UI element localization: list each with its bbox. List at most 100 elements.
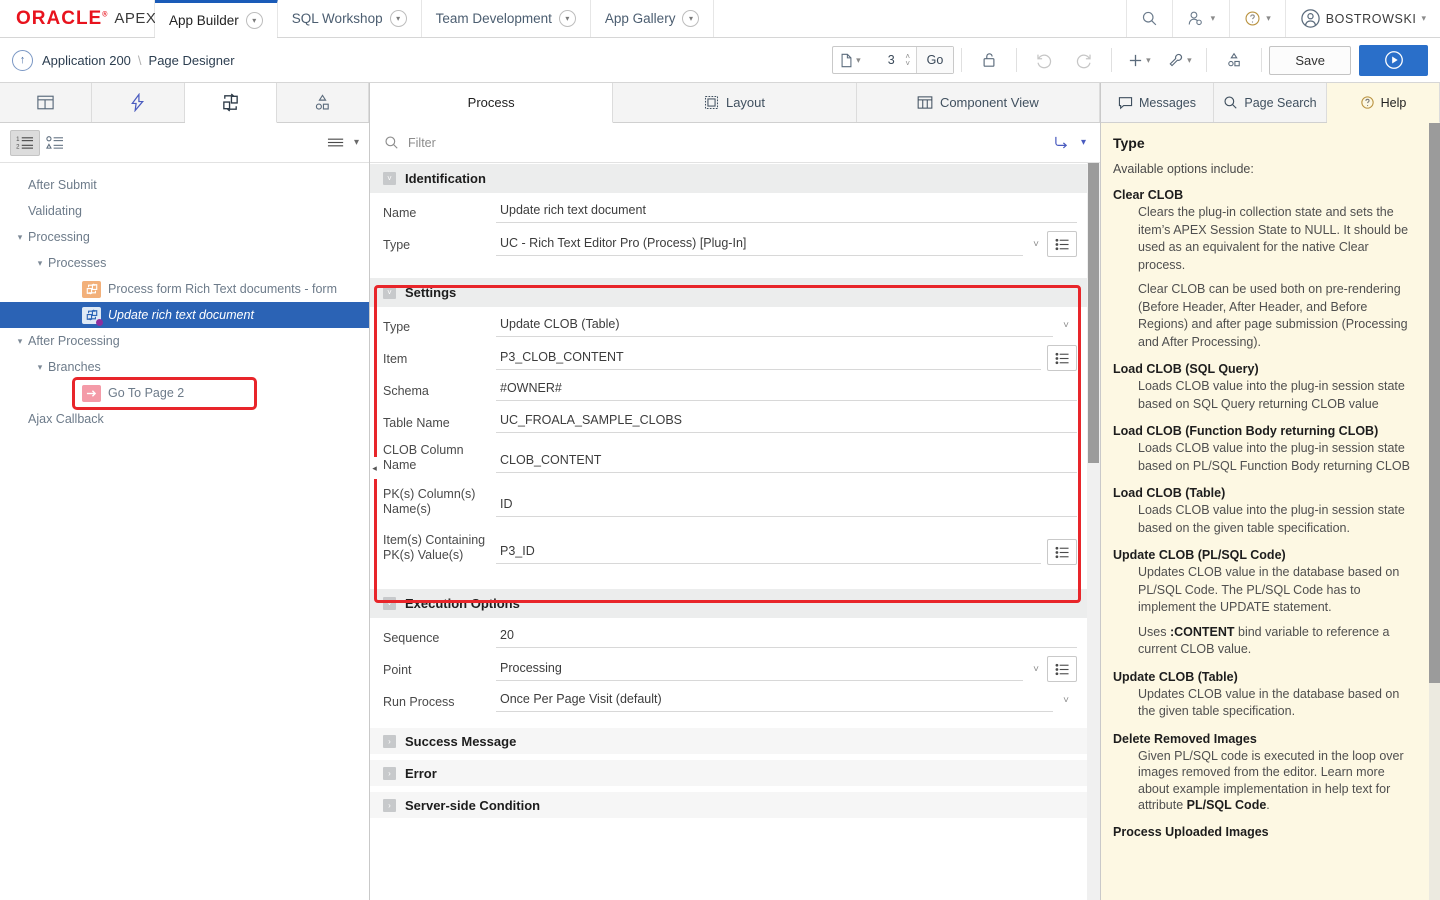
chevron-down-icon[interactable]: ˅: [383, 172, 396, 185]
nav-tab-sql-workshop[interactable]: SQL Workshop ▾: [278, 0, 422, 37]
account-menu-button[interactable]: ▾: [1172, 0, 1230, 37]
tab-process[interactable]: Process: [370, 83, 613, 123]
field-label: Item(s) Containing PK(s) Value(s): [383, 531, 496, 563]
tree-node-ajax-callback[interactable]: Ajax Callback: [0, 406, 369, 432]
chevron-down-icon[interactable]: ˅: [1063, 695, 1069, 706]
lines-menu-icon[interactable]: [322, 130, 352, 156]
clob-column-name-input[interactable]: [496, 449, 1077, 473]
tree-node-processing[interactable]: ▾ Processing: [0, 224, 369, 250]
tree-node-label: After Processing: [28, 334, 120, 348]
chevron-down-icon[interactable]: ˅: [1063, 320, 1069, 331]
tree-node-update-rich-text-document[interactable]: Update rich text document: [0, 302, 369, 328]
section-error[interactable]: › Error: [370, 754, 1087, 786]
tree-node-after-submit[interactable]: After Submit: [0, 172, 369, 198]
shared-components-button[interactable]: [1214, 44, 1254, 76]
help-menu-button[interactable]: ▾: [1229, 0, 1285, 37]
type-select[interactable]: [496, 232, 1023, 256]
tab-page-shared-components[interactable]: [277, 83, 369, 122]
chevron-down-icon[interactable]: ▾: [32, 258, 48, 269]
field-label: Type: [383, 231, 496, 253]
redo-button[interactable]: [1064, 44, 1104, 76]
tree-node-after-processing[interactable]: ▾ After Processing: [0, 328, 369, 354]
page-selector-group[interactable]: ▾ 3 ˄˅ Go: [832, 46, 954, 74]
chevron-down-icon[interactable]: ˅: [1033, 239, 1039, 250]
tree-node-branches[interactable]: ▾ Branches: [0, 354, 369, 380]
items-containing-pk-input[interactable]: [496, 540, 1041, 564]
nav-tab-team-development[interactable]: Team Development ▾: [422, 0, 591, 37]
chevron-right-icon[interactable]: ›: [383, 735, 396, 748]
chevron-down-icon[interactable]: ▾: [1081, 137, 1086, 148]
page-lock-button[interactable]: [969, 44, 1009, 76]
user-menu-button[interactable]: BOSTROWSKI ▾: [1285, 0, 1440, 37]
collapse-left-panel-handle[interactable]: ◂: [370, 457, 380, 479]
chevron-down-icon[interactable]: ▾: [12, 232, 28, 243]
chevron-right-icon[interactable]: ›: [383, 767, 396, 780]
page-number-stepper[interactable]: ˄˅: [900, 53, 916, 67]
section-success-message[interactable]: › Success Message: [370, 722, 1087, 754]
undo-button[interactable]: [1024, 44, 1064, 76]
tree-node-validating[interactable]: Validating: [0, 198, 369, 224]
numbered-list-icon[interactable]: 1 2: [10, 130, 40, 156]
section-execution-options[interactable]: ˅ Execution Options: [370, 588, 1087, 618]
nav-tab-app-builder[interactable]: App Builder ▾: [155, 0, 278, 37]
chevron-down-icon[interactable]: ˅: [383, 597, 396, 610]
chevron-down-icon[interactable]: ˅: [383, 286, 396, 299]
sequence-input[interactable]: [496, 624, 1077, 648]
tree-node-process-form[interactable]: Process form Rich Text documents - form: [0, 276, 369, 302]
tab-page-search[interactable]: Page Search: [1214, 83, 1327, 122]
section-server-side-condition[interactable]: › Server-side Condition: [370, 786, 1087, 818]
page-icon[interactable]: ▾: [833, 53, 868, 68]
point-select[interactable]: [496, 657, 1023, 681]
run-button[interactable]: [1359, 45, 1428, 76]
items-containing-pk-lov-button[interactable]: [1047, 539, 1077, 565]
chevron-down-icon[interactable]: ▾: [12, 336, 28, 347]
tab-layout[interactable]: Layout: [613, 83, 856, 122]
chevron-down-icon[interactable]: ▾: [246, 12, 263, 29]
item-input[interactable]: [496, 346, 1041, 370]
chevron-down-icon[interactable]: ▾: [390, 10, 407, 27]
run-process-select[interactable]: [496, 688, 1053, 712]
section-identification[interactable]: ˅ Identification: [370, 163, 1087, 193]
chevron-down-icon[interactable]: ▾: [682, 10, 699, 27]
chevron-down-icon[interactable]: ▾: [559, 10, 576, 27]
tab-help[interactable]: Help: [1327, 83, 1440, 123]
nav-tab-app-gallery[interactable]: App Gallery ▾: [591, 0, 715, 37]
filter-input[interactable]: Filter: [408, 136, 436, 150]
tree-node-go-to-page-2[interactable]: Go To Page 2: [0, 380, 369, 406]
go-button[interactable]: Go: [916, 47, 954, 73]
pk-columns-input[interactable]: [496, 493, 1077, 517]
item-lov-button[interactable]: [1047, 345, 1077, 371]
scrollbar-thumb[interactable]: [1088, 163, 1099, 463]
global-search-button[interactable]: [1126, 0, 1172, 37]
section-settings[interactable]: ˅ Settings: [370, 277, 1087, 307]
chevron-down-icon[interactable]: ▾: [354, 137, 359, 148]
type-lov-button[interactable]: [1047, 231, 1077, 257]
tab-component-view[interactable]: Component View: [857, 83, 1100, 122]
name-input[interactable]: [496, 199, 1077, 223]
tree-node-processes[interactable]: ▾ Processes: [0, 250, 369, 276]
tab-dynamic-actions[interactable]: [92, 83, 184, 122]
create-menu-button[interactable]: ▾: [1119, 44, 1159, 76]
property-editor-scrollbar[interactable]: [1087, 163, 1100, 900]
oracle-apex-logo[interactable]: ORACLE® APEX: [0, 0, 155, 37]
reset-arrow-icon[interactable]: [1053, 135, 1070, 150]
tab-processing[interactable]: [185, 83, 277, 123]
settings-type-select[interactable]: [496, 313, 1053, 337]
chevron-right-icon[interactable]: ›: [383, 799, 396, 812]
chevron-down-icon[interactable]: ▾: [32, 362, 48, 373]
navigate-up-icon[interactable]: ↑: [12, 50, 33, 71]
page-number-input[interactable]: 3: [868, 53, 900, 67]
tab-messages[interactable]: Messages: [1101, 83, 1214, 122]
scrollbar-thumb[interactable]: [1429, 123, 1440, 683]
point-lov-button[interactable]: [1047, 656, 1077, 682]
help-scrollbar[interactable]: [1429, 123, 1440, 900]
table-name-input[interactable]: [496, 409, 1077, 433]
grouped-list-icon[interactable]: [40, 130, 70, 156]
schema-input[interactable]: [496, 377, 1077, 401]
nav-tab-label: App Gallery: [605, 11, 676, 26]
tab-rendering[interactable]: [0, 83, 92, 122]
chevron-down-icon[interactable]: ˅: [1033, 664, 1039, 675]
save-button[interactable]: Save: [1269, 46, 1351, 75]
breadcrumb-application[interactable]: Application 200: [42, 53, 131, 68]
utilities-menu-button[interactable]: ▾: [1159, 44, 1199, 76]
